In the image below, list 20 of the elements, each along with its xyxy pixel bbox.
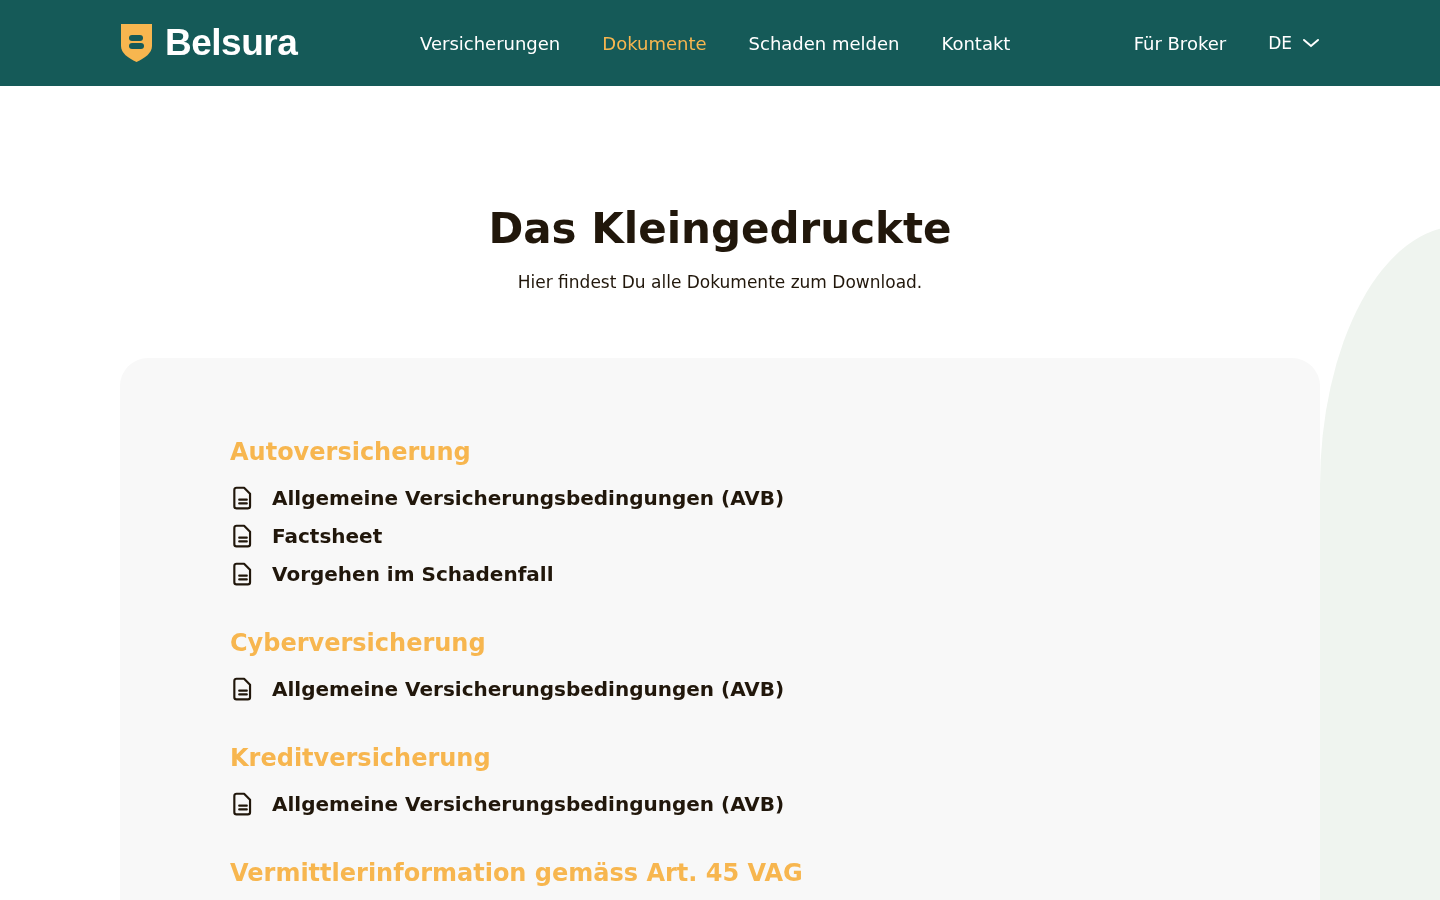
- section-heading: Cyberversicherung: [230, 629, 487, 658]
- chevron-down-icon: [1302, 38, 1320, 48]
- nav-link[interactable]: Versicherungen: [420, 32, 561, 54]
- shield-logo-icon: [120, 23, 153, 63]
- section-heading: Autoversicherung: [230, 438, 472, 467]
- broker-link[interactable]: Für Broker: [1133, 32, 1227, 54]
- logo-text[interactable]: Belsura: [165, 22, 298, 64]
- section-heading: Vermittlerinformation gemäss Art. 45 VAG: [230, 859, 804, 888]
- page-subtitle: Hier findest Du alle Dokumente zum Download.: [517, 272, 923, 292]
- language-select[interactable]: DE: [1268, 33, 1320, 53]
- document-link[interactable]: Allgemeine Versicherungsbedingungen (AVB): [230, 479, 785, 517]
- page-title: Das Kleingedruckte: [488, 204, 952, 254]
- document-link[interactable]: Allgemeine Versicherungsbedingungen (AVB): [230, 670, 785, 708]
- document-link[interactable]: Factsheet: [230, 517, 383, 555]
- nav-link[interactable]: Kontakt: [941, 32, 1011, 54]
- section-heading: Kreditversicherung: [230, 744, 492, 773]
- document-link[interactable]: Vorgehen im Schadenfall: [230, 555, 554, 593]
- nav-link[interactable]: Dokumente: [602, 32, 707, 54]
- document-link[interactable]: Allgemeine Versicherungsbedingungen (AVB): [230, 785, 785, 823]
- nav-link[interactable]: Schaden melden: [748, 32, 900, 54]
